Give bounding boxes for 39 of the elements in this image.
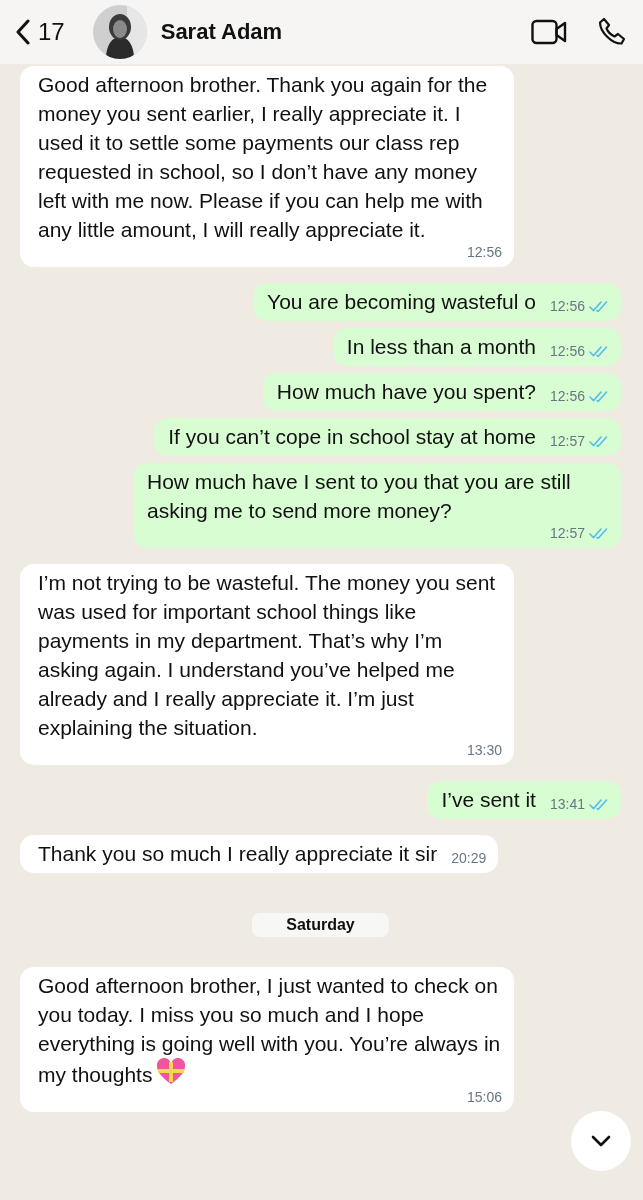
back-icon xyxy=(16,19,30,45)
message-text: You are becoming wasteful o xyxy=(267,289,536,315)
message-time: 15:06 xyxy=(466,1089,502,1105)
chevron-down-icon xyxy=(591,1135,611,1147)
date-divider: Saturday xyxy=(252,913,389,937)
message-text: Thank you so much I really appreciate it sir xyxy=(38,841,438,867)
received-message[interactable] xyxy=(20,66,514,267)
message-time: 12:56 xyxy=(549,298,585,314)
message-time: 12:57 xyxy=(549,433,585,449)
message-text: If you can’t cope in school stay at home xyxy=(168,424,536,450)
video-call-button[interactable] xyxy=(531,19,567,45)
sent-message[interactable]: If you can’t cope in school stay at home 12:57 xyxy=(154,418,621,456)
message-time: 12:57 xyxy=(549,525,585,541)
sent-message[interactable]: How much have you spent? 12:56 xyxy=(262,373,621,411)
sent-message[interactable]: You are becoming wasteful o 12:56 xyxy=(253,283,621,321)
message-text: Good afternoon brother, I just wanted to check on you today. I miss you so much and I hope everything is going well with you. You’re always in my thoughts xyxy=(38,973,502,1088)
back-button[interactable]: 17 xyxy=(16,18,65,46)
message-text: I’m not trying to be wasteful. The money you sent was used for important school things like payments in my department. That’s why I’m asking again. I understand you’ve helped me already and I really appreciate it. I’m just explaining the situation. xyxy=(38,570,497,741)
phone-icon xyxy=(597,17,627,47)
message-time: 13:30 xyxy=(466,742,502,758)
received-message[interactable]: Thank you so much I really appreciate it sir 20:29 xyxy=(20,835,499,873)
received-message[interactable]: Good afternoon brother, I just wanted to check on you today. I miss you so much and I hope everything is going well with you. You’re always in my thoughts 15:06 xyxy=(20,967,514,1112)
message-time: 20:29 xyxy=(451,850,487,866)
sent-message[interactable]: How much have I sent to you that you are still asking me to send more money? 12:57 xyxy=(133,463,621,548)
sent-message[interactable]: I’ve sent it 13:41 xyxy=(427,781,621,819)
message-text: In less than a month xyxy=(346,334,536,360)
sent-message[interactable]: In less than a month 12:56 xyxy=(332,328,621,366)
message-text: How much have you spent? xyxy=(276,379,536,405)
message-text: Good afternoon brother. Thank you again for the money you sent earlier, I really appreciate it. I used it to settle some payments our class rep requested in school, so I don’t have any money left with me now. Please if you can help me with any little amount, I will really appreciate it. xyxy=(38,72,489,243)
message-time: 12:56 xyxy=(549,343,585,359)
message-time: 13:41 xyxy=(549,796,585,812)
video-camera-icon xyxy=(531,19,567,45)
message-time: 12:56 xyxy=(466,244,502,260)
message-time: 12:56 xyxy=(549,388,585,404)
message-text: I’ve sent it xyxy=(441,787,536,813)
contact-name[interactable]: Sarat Adam xyxy=(160,19,501,45)
received-message[interactable] xyxy=(20,564,514,765)
message-text: How much have I sent to you that you are still asking me to send more money? xyxy=(147,469,572,524)
voice-call-button[interactable] xyxy=(597,17,627,47)
